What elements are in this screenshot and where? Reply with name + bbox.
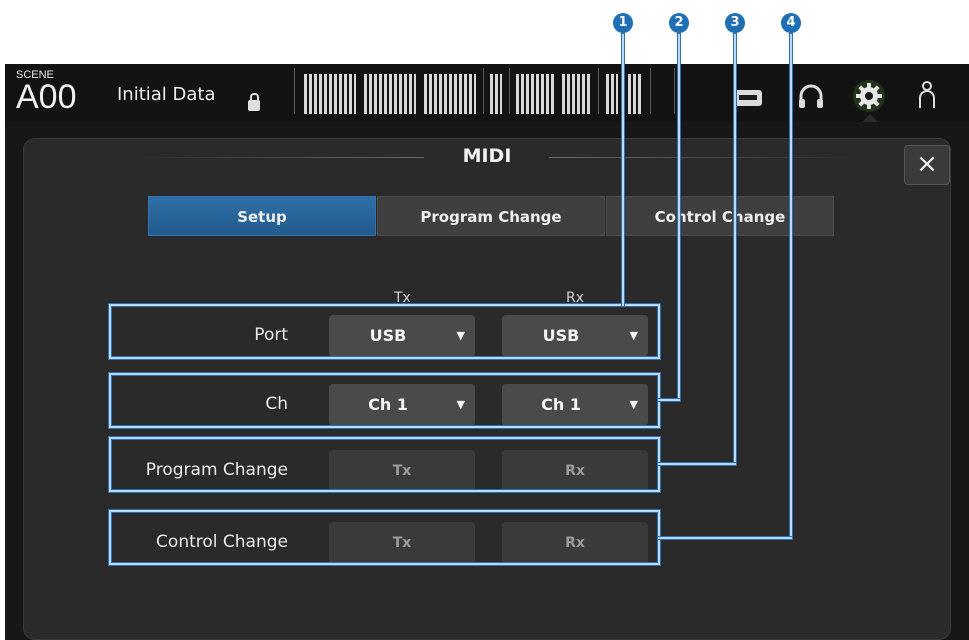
tab-program-change[interactable]: Program Change [377, 196, 605, 236]
leader-line-4 [790, 34, 792, 538]
callout-1: 1 [613, 13, 633, 33]
headphones-icon[interactable] [797, 82, 825, 110]
gear-icon[interactable] [851, 78, 887, 114]
scene-name[interactable]: Initial Data [117, 84, 216, 105]
top-bar: SCENE A00 Initial Data [5, 64, 969, 122]
leader-line-4-h [658, 537, 792, 539]
close-button[interactable]: × [904, 145, 950, 185]
tab-control-change[interactable]: Control Change [606, 196, 834, 236]
lock-icon[interactable] [248, 93, 260, 111]
highlight-control-change-row [109, 510, 660, 565]
active-indicator [862, 114, 878, 122]
callout-2: 2 [669, 13, 689, 33]
recorder-icon[interactable] [733, 88, 763, 108]
leader-line-3 [734, 34, 736, 464]
leader-line-3-h [658, 463, 736, 465]
leader-line-2-h [658, 399, 680, 401]
tab-setup[interactable]: Setup [148, 196, 376, 236]
callout-4: 4 [781, 13, 801, 33]
leader-line-1 [622, 34, 624, 306]
callout-3: 3 [725, 13, 745, 33]
highlight-ch-row [109, 373, 660, 428]
leader-line-2 [678, 34, 680, 400]
user-icon[interactable] [917, 80, 937, 110]
scene-number[interactable]: A00 [16, 78, 77, 117]
dialog-title: MIDI [462, 145, 512, 167]
highlight-program-change-row [109, 437, 660, 492]
highlight-port-row [109, 304, 660, 359]
